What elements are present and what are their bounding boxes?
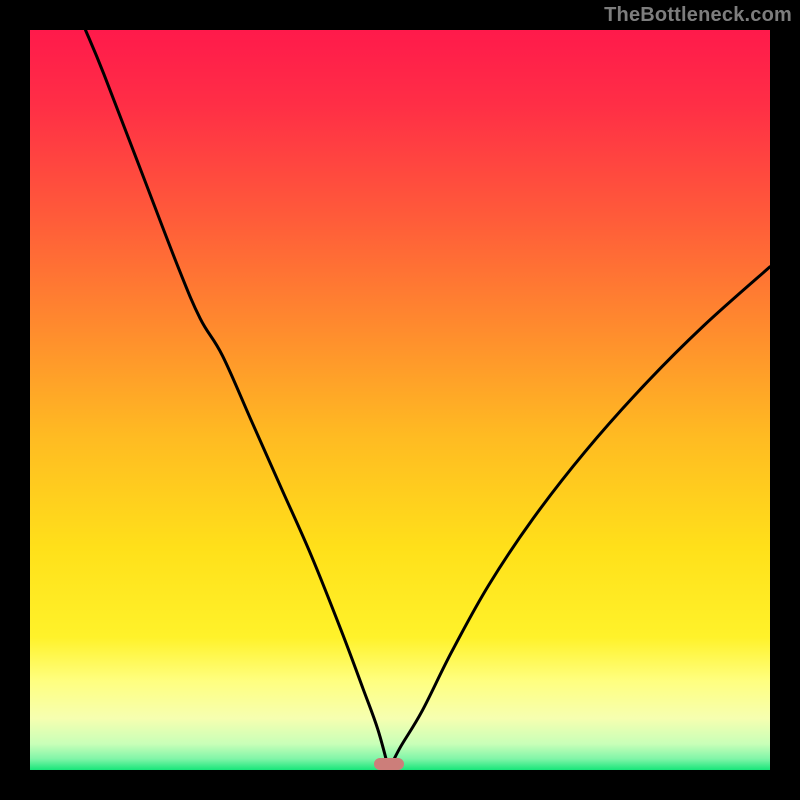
chart-frame: TheBottleneck.com (0, 0, 800, 800)
bottleneck-curve (30, 30, 770, 770)
watermark-text: TheBottleneck.com (604, 4, 792, 27)
optimal-point-marker (374, 758, 404, 770)
plot-area (30, 30, 770, 770)
